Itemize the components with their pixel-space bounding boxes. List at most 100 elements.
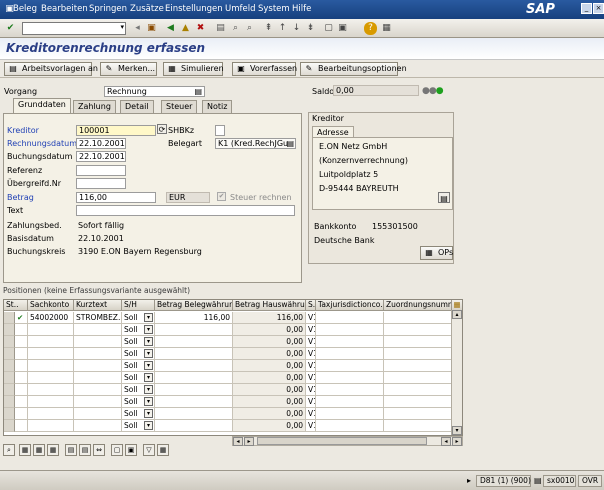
zuordnung-cell[interactable] [384, 408, 452, 420]
enter-icon[interactable]: ✔ [4, 22, 17, 35]
menu-springen[interactable]: Springen [89, 4, 127, 14]
cancel-icon[interactable]: ✖ [194, 22, 207, 35]
sort-icon[interactable]: ▦ [47, 444, 59, 456]
row-selector[interactable] [4, 420, 15, 432]
betrag-beleg-cell[interactable] [155, 348, 233, 360]
referenz-input[interactable] [76, 165, 126, 176]
betrag-beleg-cell[interactable] [155, 372, 233, 384]
sachkonto-cell[interactable] [28, 396, 74, 408]
vorerfassen-button[interactable]: ▣ Vorerfassen [232, 62, 297, 76]
taxjur-cell[interactable] [316, 408, 384, 420]
sh-dropdown-icon[interactable]: ▾ [144, 421, 153, 430]
row-selector[interactable] [4, 384, 15, 396]
vorgang-select[interactable]: Rechnung ▤ [104, 86, 205, 97]
status-expand-icon[interactable]: ▸ [467, 476, 471, 485]
kurztext-cell[interactable] [74, 348, 122, 360]
kurztext-cell[interactable] [74, 396, 122, 408]
steuer-cell[interactable]: V1 [306, 348, 316, 360]
sh-cell[interactable]: Soll ▾ [122, 348, 155, 360]
uebergreifd-input[interactable] [76, 178, 126, 189]
menu-system[interactable]: System [258, 4, 290, 14]
sachkonto-cell[interactable]: 54002000 [28, 312, 74, 324]
zuordnung-cell[interactable] [384, 372, 452, 384]
zuordnung-cell[interactable] [384, 384, 452, 396]
taxjur-cell[interactable] [316, 336, 384, 348]
scroll-left-icon[interactable]: ◂ [233, 437, 243, 446]
col-header-sachkonto[interactable]: Sachkonto [28, 300, 74, 311]
taxjur-cell[interactable] [316, 348, 384, 360]
kurztext-cell[interactable]: STROMBEZ... [74, 312, 122, 324]
taxjur-cell[interactable] [316, 324, 384, 336]
sachkonto-cell[interactable] [28, 384, 74, 396]
sh-cell[interactable]: Soll ▾ [122, 336, 155, 348]
sh-cell[interactable]: Soll ▾ [122, 420, 155, 432]
kurztext-cell[interactable] [74, 384, 122, 396]
betrag-beleg-cell[interactable] [155, 396, 233, 408]
text-input[interactable] [76, 205, 295, 216]
sachkonto-cell[interactable] [28, 336, 74, 348]
bearbeitungsoptionen-button[interactable]: ✎ Bearbeitungsoptionen [300, 62, 407, 76]
zuordnung-cell[interactable] [384, 360, 452, 372]
buchungsdatum-input[interactable]: 22.10.2001 [76, 151, 126, 162]
row-selector[interactable] [4, 324, 15, 336]
tab-adresse[interactable]: Adresse [312, 126, 354, 137]
betrag-beleg-cell[interactable] [155, 384, 233, 396]
steuer-cell[interactable]: V1 [306, 420, 316, 432]
insert-row-icon[interactable]: ▤ [65, 444, 77, 456]
steuer-cell[interactable]: V1 [306, 396, 316, 408]
first-page-icon[interactable]: ⇞ [262, 22, 275, 35]
steuer-cell[interactable]: V1 [306, 312, 316, 324]
col-header-status[interactable]: St.. [4, 300, 28, 311]
menu-bearbeiten[interactable]: Bearbeiten [41, 4, 88, 14]
tab-notiz[interactable]: Notiz [202, 100, 233, 113]
sh-cell[interactable]: Soll ▾ [122, 408, 155, 420]
scroll-left-end-icon[interactable]: ◂ [441, 437, 451, 446]
kurztext-cell[interactable] [74, 372, 122, 384]
menu-hilfe[interactable]: Hilfe [292, 4, 311, 14]
kreditor-input[interactable]: 100001 [76, 125, 156, 136]
sachkonto-cell[interactable] [28, 348, 74, 360]
copy-icon[interactable]: ▢ [111, 444, 123, 456]
table-vertical-scrollbar[interactable]: ▴ ▾ [451, 310, 462, 435]
taxjur-cell[interactable] [316, 420, 384, 432]
close-window-icon[interactable]: × [593, 3, 604, 14]
back-icon[interactable]: ◀ [164, 22, 177, 35]
row-selector[interactable] [4, 360, 15, 372]
filter-icon[interactable]: ▽ [143, 444, 155, 456]
vendor-search-icon[interactable]: ⟳ [157, 124, 167, 134]
col-header-zuordnung[interactable]: Zuordnungsnumm [384, 300, 452, 311]
betrag-beleg-cell[interactable]: 116,00 [155, 312, 233, 324]
col-header-betrag-beleg[interactable]: Betrag Belegwährung [155, 300, 233, 311]
scroll-right-icon[interactable]: ▸ [244, 437, 254, 446]
sh-dropdown-icon[interactable]: ▾ [144, 325, 153, 334]
new-session-icon[interactable]: ▢ [322, 22, 335, 35]
sh-cell[interactable]: Soll ▾ [122, 396, 155, 408]
ops-button[interactable]: ▦ OPs [420, 246, 453, 260]
taxjur-cell[interactable] [316, 384, 384, 396]
table-horizontal-scrollbar[interactable]: ◂ ▸ ◂ ▸ [232, 436, 463, 446]
command-history-icon[interactable]: ▾ [120, 23, 124, 31]
sh-dropdown-icon[interactable]: ▾ [144, 349, 153, 358]
zuordnung-cell[interactable] [384, 396, 452, 408]
sh-dropdown-icon[interactable]: ▾ [144, 385, 153, 394]
sh-cell[interactable]: Soll ▾ [122, 372, 155, 384]
scroll-down-icon[interactable]: ▾ [452, 426, 462, 435]
shortcut-icon[interactable]: ▣ [336, 22, 349, 35]
copy-row-icon[interactable]: ⇔ [93, 444, 105, 456]
betrag-beleg-cell[interactable] [155, 360, 233, 372]
sh-dropdown-icon[interactable]: ▾ [144, 361, 153, 370]
back-nav-icon[interactable]: ◂ [131, 22, 144, 35]
menu-zusaetze[interactable]: Zusätze [130, 4, 164, 14]
select-all-icon[interactable]: ▦ [19, 444, 31, 456]
sh-dropdown-icon[interactable]: ▾ [144, 373, 153, 382]
delete-row-icon[interactable]: ▤ [79, 444, 91, 456]
col-header-sh[interactable]: S/H [122, 300, 155, 311]
kurztext-cell[interactable] [74, 408, 122, 420]
exit-icon[interactable]: ▲ [179, 22, 192, 35]
steuer-cell[interactable]: V1 [306, 372, 316, 384]
scroll-right-end-icon[interactable]: ▸ [452, 437, 462, 446]
paste-icon[interactable]: ▣ [125, 444, 137, 456]
row-selector[interactable] [4, 396, 15, 408]
rechnungsdatum-input[interactable]: 22.10.2001 [76, 138, 126, 149]
merken-button[interactable]: ✎ Merken... [100, 62, 157, 76]
